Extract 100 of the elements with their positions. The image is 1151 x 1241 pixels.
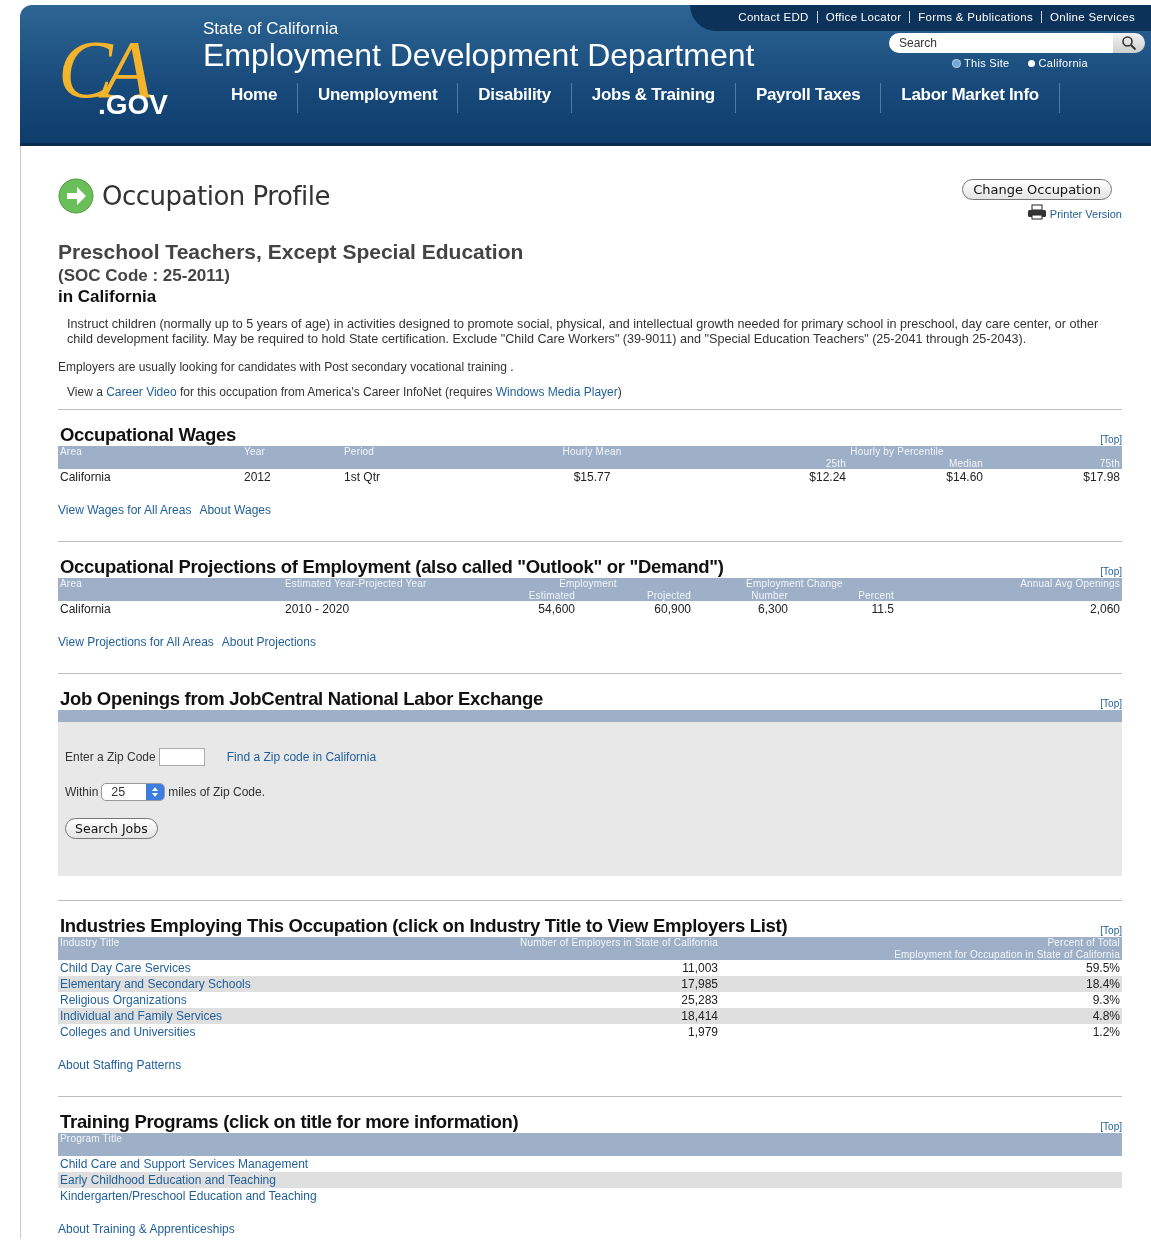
table-cell-text: 1,979 (686, 1024, 719, 1040)
utility-link[interactable]: Contact EDD (730, 11, 817, 23)
inline-link[interactable]: Career Video (106, 385, 177, 399)
section-link[interactable]: About Projections (221, 635, 316, 649)
column-header: Hourly Mean (561, 446, 623, 458)
column-group-header: Percent of Total (1046, 937, 1121, 949)
utility-link[interactable]: Forms & Publications (909, 11, 1041, 23)
utility-link[interactable]: Online Services (1040, 11, 1143, 23)
column-header: Area (59, 578, 83, 590)
utility-link[interactable]: Office Locator (816, 11, 910, 23)
column-header: Projected (645, 590, 692, 601)
career-video-note: View a Career Video for this occupation from America's Career InfoNet (requires Windows Media Player) (67, 385, 623, 399)
ca-gov-logo[interactable]: CA.GOV (56, 29, 180, 121)
top-link[interactable]: [Top] (1100, 566, 1122, 577)
printer-icon (1026, 204, 1047, 220)
nav-item[interactable]: Payroll Taxes (734, 82, 881, 113)
change-occupation-button[interactable]: Change Occupation (962, 179, 1112, 200)
nav-item[interactable]: Disability (457, 82, 571, 113)
table-link[interactable]: Religious Organizations (58, 992, 478, 1008)
occupation-title: Preschool Teachers, Except Special Education (58, 240, 525, 264)
column-header: Estimated (527, 590, 576, 601)
printer-version-link[interactable]: Printer Version (1049, 208, 1122, 220)
nav-item[interactable]: Labor Market Info (880, 82, 1060, 113)
column-group-header: Employment Change (745, 578, 844, 590)
page-title: Occupation Profile (102, 181, 330, 211)
top-link[interactable]: [Top] (1100, 925, 1122, 936)
nav-item[interactable]: Unemployment (297, 82, 458, 113)
table-link[interactable]: Early Childhood Education and Teaching (58, 1172, 1122, 1188)
top-link[interactable]: [Top] (1100, 698, 1122, 709)
top-link[interactable]: [Top] (1100, 1121, 1122, 1132)
table-link[interactable]: Elementary and Secondary Schools (58, 976, 478, 992)
inline-link[interactable]: Windows Media Player (495, 385, 618, 399)
column-group-header: Employment (558, 578, 618, 590)
table-cell-text: 60,900 (653, 601, 692, 617)
top-link[interactable]: [Top] (1100, 434, 1122, 445)
section-title: Job Openings from JobCentral National Labor Exchange (60, 688, 543, 710)
column-header: Percent (857, 590, 895, 601)
location-title: in California (58, 287, 158, 307)
table-cell-text: 1st Qtr (343, 469, 381, 485)
column-header: Employment for Occupation in State of California (893, 949, 1121, 960)
table-cell-text: California (59, 469, 112, 485)
department-name: Employment Development Department (203, 39, 755, 73)
table-cell-text: 11,003 (681, 960, 719, 976)
search-icon[interactable] (1113, 33, 1145, 53)
search-scope-radio[interactable]: This Site (953, 57, 1010, 69)
table-cell-text: $15.77 (572, 469, 612, 485)
section-title: Occupational Wages (60, 424, 236, 446)
table-cell-text: 59.5% (1084, 960, 1121, 976)
section-title: Training Programs (click on title for more information) (60, 1111, 519, 1133)
table-cell-text: California (59, 601, 112, 617)
column-header: Number of Employers in State of California (519, 937, 719, 949)
table-cell-text: $17.98 (1082, 469, 1121, 485)
search-scope-radio[interactable]: California (1027, 57, 1088, 69)
table-cell-text: $12.24 (808, 469, 847, 485)
nav-item[interactable]: Home (215, 82, 298, 113)
column-header: Period (343, 446, 376, 458)
column-header: 25th (824, 458, 847, 469)
table-cell-text: 6,300 (756, 601, 789, 617)
table-link[interactable]: Child Day Care Services (58, 960, 478, 976)
search-field[interactable]: Search (889, 33, 1113, 53)
section-link[interactable]: About Staffing Patterns (58, 1058, 182, 1072)
table-cell-text: 18.4% (1084, 976, 1121, 992)
state-name: State of California (203, 19, 340, 39)
section-link[interactable]: View Wages for All Areas (58, 503, 192, 517)
table-cell-text: 2012 (243, 469, 272, 485)
column-header: Number (750, 590, 789, 601)
table-cell-text: 11.5 (870, 601, 895, 617)
table-cell-text: 4.8% (1091, 1008, 1121, 1024)
table-cell-text: 9.3% (1091, 992, 1121, 1008)
column-header: Program Title (59, 1133, 124, 1145)
table-link[interactable]: Colleges and Universities (58, 1024, 478, 1040)
section-title: Occupational Projections of Employment (also called "Outlook" or "Demand") (60, 556, 724, 578)
radius-select[interactable]: 25 (101, 783, 166, 801)
table-cell-text: 54,600 (537, 601, 576, 617)
section-link[interactable]: View Projections for All Areas (58, 635, 214, 649)
section-link[interactable]: About Wages (199, 503, 271, 517)
education-note: Employers are usually looking for candidates with Post secondary vocational training . (58, 360, 515, 374)
table-cell-text: 18,414 (680, 1008, 719, 1024)
table-link[interactable]: Kindergarten/Preschool Education and Teaching (58, 1188, 1122, 1204)
section-title: Industries Employing This Occupation (click on Industry Title to View Employers List) (60, 915, 788, 937)
within-label: Within (65, 785, 99, 799)
search-jobs-button[interactable]: Search Jobs (65, 818, 158, 839)
section-link[interactable]: About Training & Apprenticeships (58, 1222, 235, 1236)
nav-item[interactable]: Jobs & Training (570, 82, 735, 113)
column-header: Median (948, 458, 984, 469)
zip-label: Enter a Zip Code (65, 750, 156, 764)
table-cell-text: 17,985 (680, 976, 719, 992)
table-link[interactable]: Child Care and Support Services Management (58, 1156, 1122, 1172)
table-link[interactable]: Individual and Family Services (58, 1008, 478, 1024)
table-cell-text: 2,060 (1088, 601, 1121, 617)
column-header: 75th (1098, 458, 1121, 469)
column-group-header: Hourly by Percentile (849, 446, 945, 458)
zip-code-field[interactable] (158, 748, 205, 766)
soc-code: (SOC Code : 25-2011) (58, 266, 231, 286)
column-header: Industry Title (59, 937, 121, 949)
column-header: Estimated Year-Projected Year (284, 578, 428, 590)
column-header: Year (243, 446, 266, 458)
arrow-circle-icon (58, 178, 94, 214)
zip-lookup-link[interactable]: Find a Zip code in California (226, 750, 377, 764)
table-cell-text: $14.60 (945, 469, 984, 485)
